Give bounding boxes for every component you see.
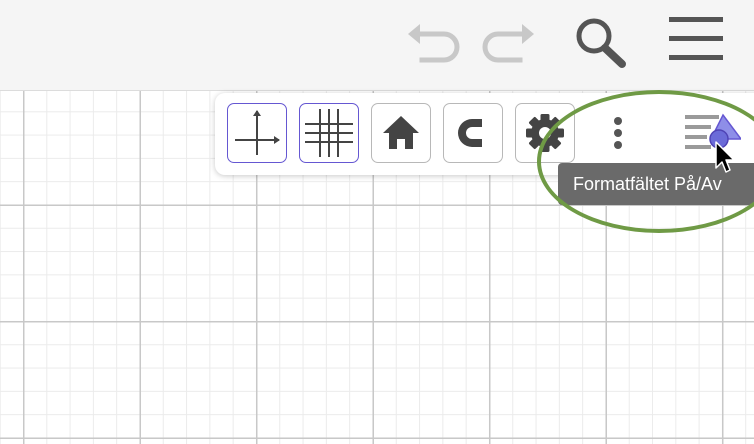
show-grid-button[interactable] <box>299 103 359 163</box>
axes-icon <box>235 110 280 155</box>
tooltip: Formatfältet På/Av <box>558 163 754 205</box>
show-axes-button[interactable] <box>227 103 287 163</box>
settings-button[interactable] <box>515 103 575 163</box>
point-capturing-button[interactable] <box>443 103 503 163</box>
redo-icon[interactable] <box>478 20 538 64</box>
top-toolbar <box>0 0 754 91</box>
menu-icon[interactable] <box>666 14 726 64</box>
undo-icon[interactable] <box>404 20 464 64</box>
grid-icon <box>305 109 353 157</box>
vertical-dots-icon[interactable] <box>600 103 636 163</box>
style-bar-toggle-icon[interactable] <box>681 105 741 161</box>
search-icon[interactable] <box>570 14 634 70</box>
gear-icon <box>526 114 564 152</box>
app-window: Formatfältet På/Av <box>0 0 754 444</box>
home-icon <box>383 116 419 149</box>
magnet-icon <box>458 119 488 147</box>
standard-view-button[interactable] <box>371 103 431 163</box>
